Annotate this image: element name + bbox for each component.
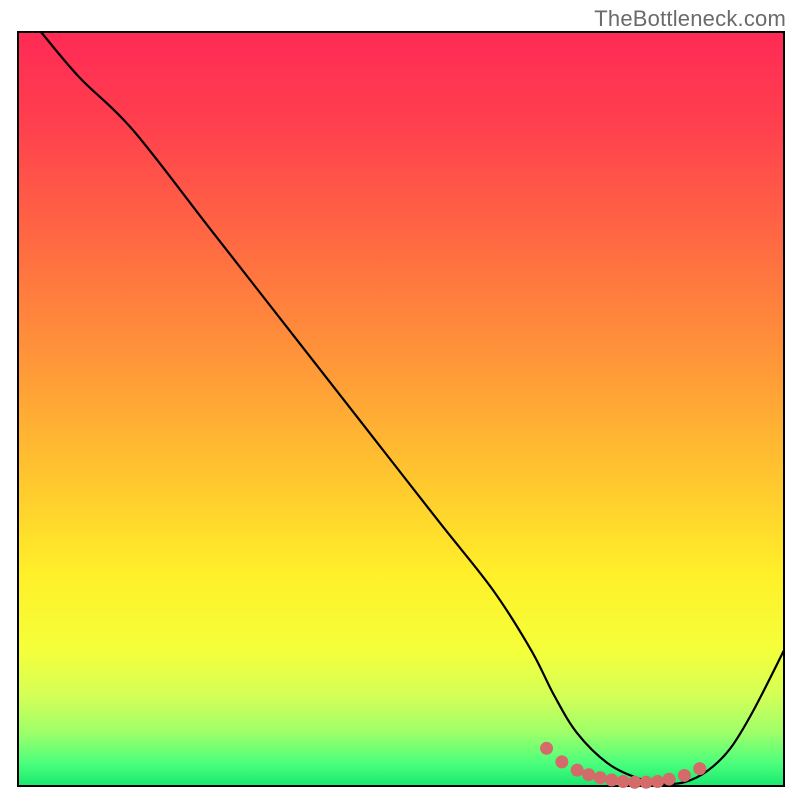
marker-dot xyxy=(582,768,595,781)
marker-dot xyxy=(605,773,618,786)
marker-dot xyxy=(628,776,641,789)
marker-dot xyxy=(663,773,676,786)
marker-dot xyxy=(571,764,584,777)
marker-dot xyxy=(678,769,691,782)
marker-dot xyxy=(555,755,568,768)
marker-dot xyxy=(640,776,653,789)
marker-dot xyxy=(617,775,630,788)
marker-dot xyxy=(651,775,664,788)
marker-dot xyxy=(693,762,706,775)
marker-dot xyxy=(540,742,553,755)
marker-dot xyxy=(594,771,607,784)
bottleneck-chart xyxy=(0,0,800,800)
plot-background xyxy=(18,32,784,786)
